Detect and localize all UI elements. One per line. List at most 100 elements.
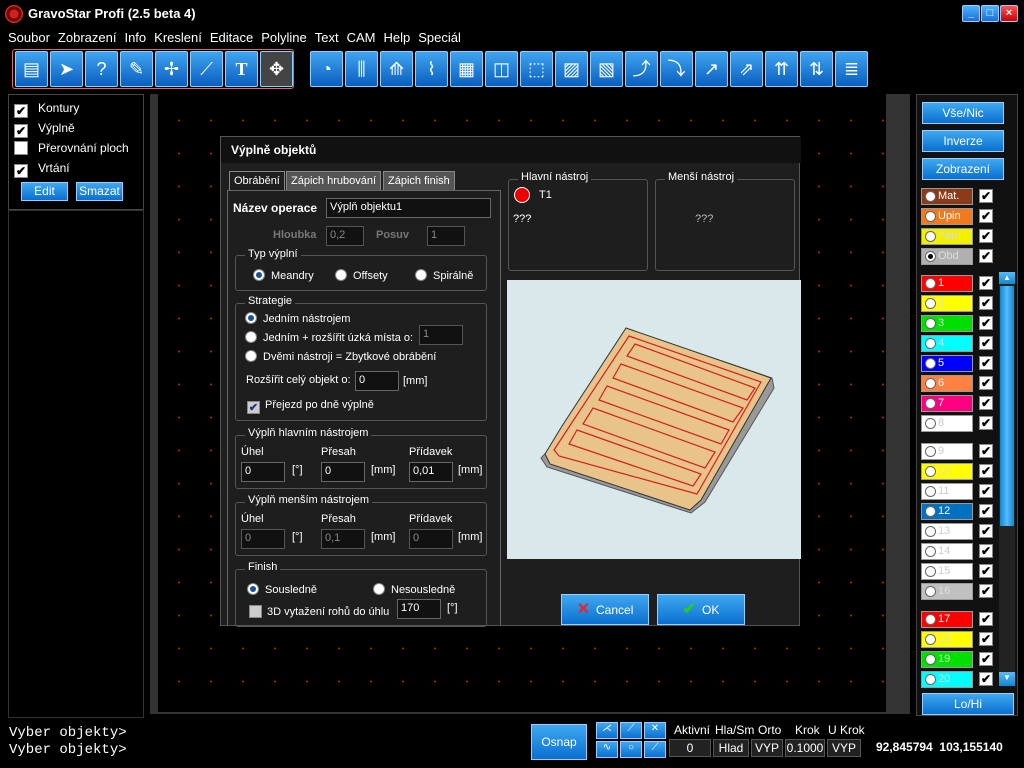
- layer-radio[interactable]: [925, 526, 936, 537]
- layer-radio[interactable]: [925, 298, 936, 309]
- layer-visible-checkbox[interactable]: ✔: [979, 612, 993, 626]
- layer-radio[interactable]: [925, 486, 936, 497]
- scroll-up-icon[interactable]: ▲: [999, 272, 1015, 284]
- arrow-up-icon[interactable]: ⤴: [625, 51, 658, 87]
- layer-row-upin[interactable]: Upin ✔: [921, 208, 1015, 226]
- document-icon[interactable]: ▤: [15, 51, 48, 87]
- small-overlap-input[interactable]: 0,1: [321, 529, 365, 549]
- snap-circle-icon[interactable]: ○: [620, 741, 642, 758]
- menu-kresleni[interactable]: Kreslení: [150, 28, 206, 45]
- inverse-button[interactable]: Inverze: [922, 130, 1004, 152]
- snap-endpoint-icon[interactable]: ⋌: [596, 722, 618, 739]
- layer-color-swatch[interactable]: 19: [921, 651, 973, 668]
- main-angle-input[interactable]: 0: [241, 462, 285, 482]
- delete-button[interactable]: Smazat: [76, 182, 123, 201]
- arrow-vertical-icon[interactable]: ⇅: [800, 51, 833, 87]
- layer-color-swatch[interactable]: 10: [921, 463, 973, 480]
- layer-color-swatch[interactable]: 3: [921, 315, 973, 332]
- layers-scrollbar[interactable]: ▲ ▼: [999, 272, 1015, 686]
- book-icon[interactable]: ◫: [485, 51, 518, 87]
- layer-color-swatch[interactable]: 5: [921, 355, 973, 372]
- menu-info[interactable]: Info: [120, 28, 150, 45]
- layer-color-swatch[interactable]: 12: [921, 503, 973, 520]
- layer-visible-checkbox[interactable]: ✔: [979, 672, 993, 686]
- layer-radio[interactable]: [925, 614, 936, 625]
- corner-3d-box[interactable]: [249, 605, 262, 618]
- maximize-icon[interactable]: □: [981, 5, 999, 22]
- layer-color-swatch[interactable]: Upin: [921, 208, 973, 225]
- layer-color-swatch[interactable]: 11: [921, 483, 973, 500]
- layer-color-swatch[interactable]: 18: [921, 631, 973, 648]
- menu-soubor[interactable]: Soubor: [0, 28, 54, 45]
- polyline-icon[interactable]: ⟋: [190, 51, 223, 87]
- text-tool-icon[interactable]: T: [225, 51, 258, 87]
- ukrok-value[interactable]: VYP: [827, 739, 861, 757]
- layer-radio[interactable]: [925, 278, 936, 289]
- layer-color-swatch[interactable]: 14: [921, 543, 973, 560]
- layer-visible-checkbox[interactable]: ✔: [979, 504, 993, 518]
- menu-text[interactable]: Text: [311, 28, 343, 45]
- layer-radio[interactable]: [925, 466, 936, 477]
- move-icon[interactable]: ✥: [260, 51, 293, 87]
- layer-color-swatch[interactable]: 20: [921, 671, 973, 688]
- small-allow-input[interactable]: 0: [409, 529, 453, 549]
- snap-arc-icon[interactable]: ∿: [596, 741, 618, 758]
- layer-radio[interactable]: [925, 191, 936, 202]
- checkbox-vrtani-box[interactable]: ✔: [14, 164, 28, 178]
- orto-value[interactable]: VYP: [751, 739, 783, 757]
- snap-cross-icon[interactable]: ✕: [644, 722, 666, 739]
- menu-zobrazeni[interactable]: Zobrazení: [54, 28, 121, 45]
- tool-gauge-icon[interactable]: ◔: [310, 51, 343, 87]
- arrow-plus-icon[interactable]: ⇈: [765, 51, 798, 87]
- corner-3d-checkbox[interactable]: 3D vytažení rohů do úhlu: [249, 605, 389, 618]
- arrow-diag-icon[interactable]: ↗: [695, 51, 728, 87]
- pencil-icon[interactable]: ✎: [120, 51, 153, 87]
- hatch-icon[interactable]: ▧: [590, 51, 623, 87]
- layer-visible-checkbox[interactable]: ✔: [979, 632, 993, 646]
- krok-value[interactable]: 0.1000: [785, 739, 825, 757]
- layer-visible-checkbox[interactable]: ✔: [979, 356, 993, 370]
- layer-color-swatch[interactable]: 16: [921, 583, 973, 600]
- pocket-icon[interactable]: ▦: [450, 51, 483, 87]
- layer-visible-checkbox[interactable]: ✔: [979, 376, 993, 390]
- layer-visible-checkbox[interactable]: ✔: [979, 444, 993, 458]
- layer-radio[interactable]: [925, 378, 936, 389]
- layer-radio[interactable]: [925, 586, 936, 597]
- layer-color-swatch[interactable]: 9: [921, 443, 973, 460]
- checkbox-kontury-box[interactable]: ✔: [14, 104, 28, 118]
- select-all-none-button[interactable]: Vše/Nic: [922, 102, 1004, 124]
- strategy-one-tool-option[interactable]: Jedním nástrojem: [245, 312, 350, 325]
- layer-color-swatch[interactable]: Pom: [921, 228, 973, 245]
- help-icon[interactable]: ?: [85, 51, 118, 87]
- layer-visible-checkbox[interactable]: ✔: [979, 189, 993, 203]
- arrow-down-icon[interactable]: ⤵: [660, 51, 693, 87]
- checkbox-prerovnani[interactable]: Přerovnání ploch: [14, 140, 129, 158]
- snap-line-icon[interactable]: ⟋: [620, 722, 642, 739]
- menu-editace[interactable]: Editace: [206, 28, 257, 45]
- layer-visible-checkbox[interactable]: ✔: [979, 464, 993, 478]
- strategy-expand-narrow-option[interactable]: Jedním + rozšířit úzká místa o:: [245, 331, 413, 344]
- fill-meandry-option[interactable]: Meandry: [253, 269, 314, 282]
- layer-visible-checkbox[interactable]: ✔: [979, 652, 993, 666]
- layer-color-swatch[interactable]: 7: [921, 395, 973, 412]
- layer-color-swatch[interactable]: Obd: [921, 248, 973, 265]
- radio-meandry[interactable]: [253, 269, 265, 281]
- menu-cam[interactable]: CAM: [343, 28, 380, 45]
- finish-conventional-option[interactable]: Nesousledně: [373, 583, 455, 596]
- layer-visible-checkbox[interactable]: ✔: [979, 336, 993, 350]
- layer-radio[interactable]: [925, 546, 936, 557]
- layer-visible-checkbox[interactable]: ✔: [979, 524, 993, 538]
- checkbox-prerovnani-box[interactable]: [14, 141, 28, 155]
- radio-two-tools[interactable]: [245, 350, 257, 362]
- active-value[interactable]: 0: [669, 739, 711, 757]
- fill-offsety-option[interactable]: Offsety: [335, 269, 388, 282]
- layer-radio[interactable]: [925, 398, 936, 409]
- tab-zapich-hrubovani[interactable]: Zápich hrubování: [286, 171, 381, 191]
- layer-visible-checkbox[interactable]: ✔: [979, 564, 993, 578]
- arrow-up-right-icon[interactable]: ⇗: [730, 51, 763, 87]
- layer-visible-checkbox[interactable]: ✔: [979, 396, 993, 410]
- layer-radio[interactable]: [925, 318, 936, 329]
- cross-bottom-box[interactable]: ✔: [247, 401, 260, 414]
- layer-radio[interactable]: [925, 251, 936, 262]
- cancel-button[interactable]: ✕ Cancel: [561, 594, 649, 625]
